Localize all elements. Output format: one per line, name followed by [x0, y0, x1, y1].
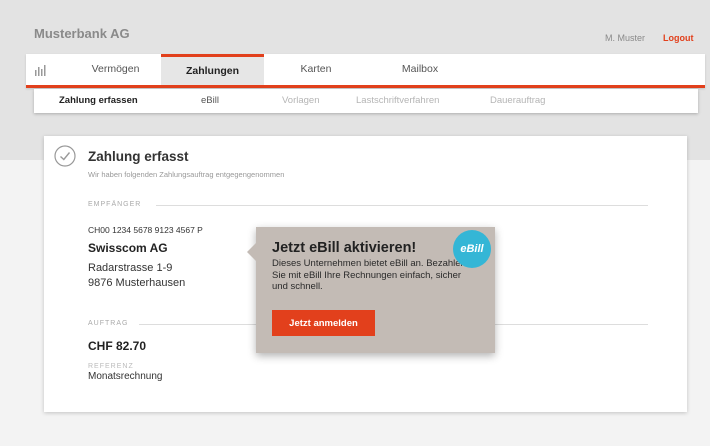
reference-value: Monatsrechnung — [88, 371, 163, 382]
popup-title: Jetzt eBill aktivieren! — [272, 240, 417, 256]
register-button[interactable]: Jetzt anmelden — [272, 310, 375, 336]
reference-label: REFERENZ — [88, 363, 134, 370]
recipient-city: 9876 Musterhausen — [88, 277, 186, 289]
checkmark-circle-icon — [54, 145, 76, 167]
tab-karten[interactable]: Karten — [271, 54, 361, 85]
app-title: Musterbank AG — [34, 26, 130, 41]
subtab-lastschriftverfahren[interactable]: Lastschriftverfahren — [356, 89, 439, 113]
subtab-vorlagen[interactable]: Vorlagen — [282, 89, 320, 113]
ebill-popup: Jetzt eBill aktivieren! Dieses Unternehm… — [247, 227, 495, 353]
sub-nav: Zahlung erfassen eBill Vorlagen Lastschr… — [34, 89, 698, 113]
user-name: M. Muster — [605, 33, 646, 43]
recipient-iban: CH00 1234 5678 9123 4567 P — [88, 225, 203, 235]
tab-mailbox[interactable]: Mailbox — [374, 54, 466, 85]
order-amount: CHF 82.70 — [88, 339, 147, 353]
tab-zahlungen[interactable]: Zahlungen — [161, 54, 264, 85]
order-section-label: AUFTRAG — [88, 320, 129, 327]
ebill-logo-icon: eBill — [453, 230, 491, 268]
subtab-zahlung-erfassen[interactable]: Zahlung erfassen — [59, 89, 138, 113]
popup-body: Dieses Unternehmen bietet eBill an. Beza… — [272, 258, 466, 292]
confirmation-subtitle: Wir haben folgenden Zahlungsauftrag entg… — [88, 170, 285, 179]
recipient-street: Radarstrasse 1-9 — [88, 262, 173, 274]
bar-chart-icon[interactable] — [34, 64, 46, 76]
confirmation-title: Zahlung erfasst — [88, 149, 189, 164]
subtab-dauerauftrag[interactable]: Dauerauftrag — [490, 89, 545, 113]
recipient-name: Swisscom AG — [88, 241, 168, 255]
popup-arrow — [247, 243, 256, 261]
logout-link[interactable]: Logout — [663, 33, 694, 43]
tab-vermoegen[interactable]: Vermögen — [68, 54, 163, 85]
recipient-section-label: EMPFÄNGER — [88, 201, 142, 208]
subtab-ebill[interactable]: eBill — [201, 89, 219, 113]
recipient-divider — [156, 205, 648, 206]
main-nav: Vermögen Zahlungen Karten Mailbox — [26, 54, 705, 88]
